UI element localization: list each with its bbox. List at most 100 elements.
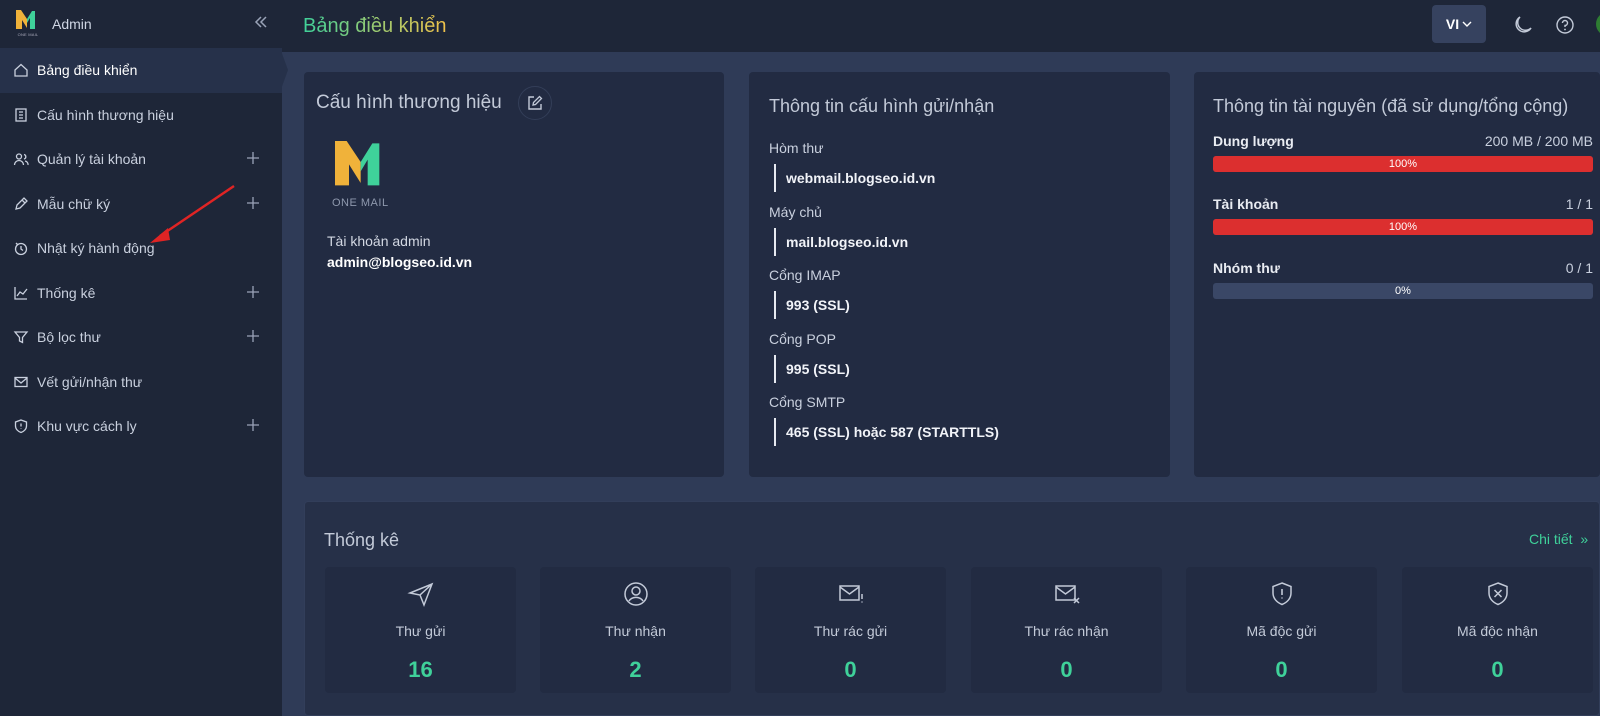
app-logo[interactable]: ONE MAIL <box>14 7 42 41</box>
stat-label: Thư gửi <box>395 623 446 639</box>
resource-card-title: Thông tin tài nguyên (đã sử dụng/tổng cộ… <box>1213 96 1569 116</box>
chevron-down-icon <box>1462 21 1472 27</box>
config-item-label: Máy chủ <box>769 204 822 220</box>
sidebar-item-label: Cấu hình thương hiệu <box>37 106 174 123</box>
resource-row: Tài khoản 1 / 1 <box>1213 196 1593 212</box>
detail-link-label: Chi tiết <box>1529 531 1573 547</box>
mail-config-card: Thông tin cấu hình gửi/nhận Hòm thư webma… <box>749 72 1170 477</box>
resource-name: Tài khoản <box>1213 196 1279 212</box>
resource-percent-label: 100% <box>1388 158 1418 170</box>
sidebar-brand: ONE MAIL Admin <box>0 0 282 48</box>
sidebar-item-label: Bảng điều khiển <box>37 62 138 79</box>
stat-label: Mã độc nhận <box>1457 623 1538 639</box>
stat-label: Thư nhận <box>605 623 666 639</box>
resource-row: Dung lượng 200 MB / 200 MB <box>1213 133 1593 149</box>
stat-tile[interactable]: Thư nhận 2 <box>540 567 731 693</box>
mail-trace-icon <box>14 376 28 387</box>
sidebar-item-8[interactable]: Vết gửi/nhận thư <box>0 360 282 405</box>
sidebar-item-9[interactable]: Khu vực cách ly <box>0 404 282 449</box>
m1-logo-icon <box>16 10 35 29</box>
stat-value: 0 <box>1060 657 1073 682</box>
pen-icon <box>15 196 28 210</box>
brand-logo: ONE MAIL <box>332 134 396 209</box>
sidebar-item-2[interactable]: Cấu hình thương hiệu <box>0 93 282 138</box>
resource-item: Tài khoản 1 / 1 100% <box>1213 196 1593 235</box>
stats-title: Thống kê <box>324 530 400 550</box>
config-item-label: Cổng IMAP <box>769 267 841 283</box>
config-item: Cổng POP 995 (SSL) <box>769 331 850 383</box>
resource-row: Nhóm thư 0 / 1 <box>1213 260 1593 276</box>
sidebar-item-7[interactable]: Bộ lọc thư <box>0 315 282 360</box>
resource-item: Dung lượng 200 MB / 200 MB 100% <box>1213 133 1593 172</box>
stat-value: 0 <box>1491 657 1504 682</box>
sidebar-item-label: Mẫu chữ ký <box>37 195 111 212</box>
resource-card: Thông tin tài nguyên (đã sử dụng/tổng cộ… <box>1194 72 1600 477</box>
home-icon <box>14 63 28 77</box>
resource-value: 200 MB / 200 MB <box>1484 133 1593 149</box>
annotation-arrow-icon <box>150 184 235 243</box>
config-item-label: Cổng POP <box>769 331 836 347</box>
avatar[interactable] <box>1596 12 1600 36</box>
stat-value: 2 <box>629 657 642 682</box>
shield-x-icon <box>1487 582 1508 606</box>
chart-icon <box>14 286 28 300</box>
brand-config-card: Cấu hình thương hiệu ONE MAIL Tài khoản … <box>304 72 724 477</box>
expand-plus-icon[interactable] <box>246 329 260 343</box>
stat-tile[interactable]: Thư rác gửi 0 <box>755 567 946 693</box>
config-item-label: Hòm thư <box>769 140 824 156</box>
filter-icon <box>13 331 29 344</box>
sidebar-item-label: Quản lý tài khoản <box>37 151 146 168</box>
resource-name: Nhóm thư <box>1213 260 1280 276</box>
sidebar-item-1[interactable]: Bảng điều khiển <box>0 48 288 93</box>
sidebar-item-6[interactable]: Thống kê <box>0 271 282 316</box>
send-icon <box>406 582 433 608</box>
expand-plus-icon[interactable] <box>246 151 260 165</box>
language-label: VI <box>1445 16 1460 32</box>
config-item: Cổng IMAP 993 (SSL) <box>769 267 850 319</box>
shield-alert-icon <box>1271 582 1292 606</box>
sidebar-item-label: Vết gửi/nhận thư <box>37 373 143 390</box>
expand-plus-icon[interactable] <box>246 418 260 432</box>
resource-progress-bar: 0% <box>1213 283 1593 299</box>
user-circle-icon <box>623 582 648 606</box>
config-item-value: mail.blogseo.id.vn <box>774 228 908 256</box>
edit-icon <box>528 95 543 110</box>
stat-tile[interactable]: Mã độc nhận 0 <box>1402 567 1593 693</box>
stat-value: 0 <box>844 657 857 682</box>
double-chevron-right-icon: » <box>1576 531 1589 547</box>
stat-tile[interactable]: Thư rác nhận 0 <box>971 567 1162 693</box>
brand-card-title: Cấu hình thương hiệu <box>316 92 502 113</box>
stats-panel: Thống kê Chi tiết » Thư gửi 16 Thư nhận 2 Th… <box>304 501 1600 716</box>
stats-detail-link[interactable]: Chi tiết » <box>1529 531 1588 547</box>
stat-value: 0 <box>1275 657 1288 682</box>
resource-value: 0 / 1 <box>1565 260 1593 276</box>
sidebar-item-label: Bộ lọc thư <box>37 329 101 346</box>
mail-x-icon <box>1054 585 1080 604</box>
resource-value: 1 / 1 <box>1565 196 1593 212</box>
history-icon <box>14 242 28 256</box>
sidebar-item-label: Thống kê <box>37 284 96 301</box>
building-icon <box>15 108 27 122</box>
stat-tile[interactable]: Mã độc gửi 0 <box>1186 567 1377 693</box>
stat-label: Thư rác gửi <box>813 623 888 639</box>
sidebar-item-3[interactable]: Quản lý tài khoản <box>0 137 282 182</box>
resource-item: Nhóm thư 0 / 1 0% <box>1213 260 1593 299</box>
resource-progress-bar: 100% <box>1213 156 1593 172</box>
theme-toggle-icon[interactable] <box>1512 14 1534 36</box>
m1-logo-icon <box>335 141 380 186</box>
users-icon <box>13 153 29 166</box>
page-title: Bảng điều khiển <box>303 14 447 37</box>
admin-account-label: Tài khoản admin <box>327 233 431 249</box>
language-selector[interactable]: VI <box>1432 5 1486 43</box>
edit-brand-button[interactable] <box>518 86 552 120</box>
config-card-title: Thông tin cấu hình gửi/nhận <box>769 96 995 116</box>
expand-plus-icon[interactable] <box>246 285 260 299</box>
config-item-value: 995 (SSL) <box>774 355 850 383</box>
collapse-sidebar-icon[interactable] <box>252 13 270 31</box>
resource-percent-label: 100% <box>1388 221 1418 233</box>
help-icon[interactable] <box>1554 14 1576 36</box>
stat-tile[interactable]: Thư gửi 16 <box>325 567 516 693</box>
sidebar: ONE MAIL Admin Bảng điều khiển Cấu hình t… <box>0 0 288 716</box>
admin-label: Admin <box>52 16 92 32</box>
stat-value: 16 <box>408 657 433 682</box>
